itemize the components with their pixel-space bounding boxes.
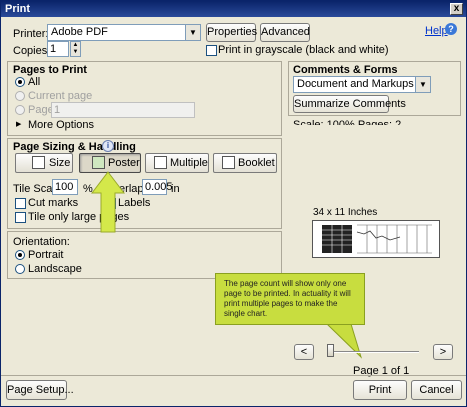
poster-button[interactable]: Poster [79, 153, 141, 173]
comments-forms-value: Document and Markups [297, 78, 414, 90]
tile-scale-field[interactable]: 100 [52, 179, 78, 195]
all-label: All [28, 76, 41, 88]
multiple-icon [154, 156, 167, 169]
printer-value: Adobe PDF [51, 26, 108, 38]
summarize-comments-button[interactable]: Summarize Comments [293, 95, 406, 113]
printer-select[interactable]: Adobe PDF ▼ [47, 24, 201, 41]
paper-size-label: 34 x 11 Inches [313, 207, 378, 218]
copies-stepper[interactable]: ▲ ▼ [70, 41, 81, 57]
expand-triangle-icon[interactable]: ▶ [16, 120, 21, 128]
print-dialog: Print x Printer: Adobe PDF ▼ Properties … [0, 0, 467, 407]
booklet-label: Booklet [238, 157, 275, 169]
advanced-button[interactable]: Advanced [260, 23, 310, 42]
booklet-button[interactable]: Booklet [213, 153, 277, 173]
footer-divider [1, 375, 466, 376]
size-label: Size [49, 157, 71, 169]
landscape-label: Landscape [28, 263, 82, 275]
copies-field[interactable]: 1 [47, 41, 69, 57]
printer-label: Printer: [13, 28, 49, 40]
radio-current-page[interactable] [15, 91, 25, 101]
copies-label: Copies: [13, 45, 51, 57]
page-setup-button[interactable]: Page Setup... [6, 380, 74, 400]
print-button[interactable]: Print [353, 380, 407, 400]
comments-forms-select[interactable]: Document and Markups ▼ [293, 76, 431, 93]
page-sizing-title: Page Sizing & Handling [13, 141, 136, 153]
grayscale-checkbox[interactable] [206, 45, 217, 56]
overlap-unit-label: in [171, 183, 180, 195]
orientation-title: Orientation: [13, 236, 70, 248]
chevron-down-icon: ▼ [185, 25, 200, 40]
grayscale-label: Print in grayscale (black and white) [218, 44, 389, 56]
booklet-icon [222, 156, 235, 169]
properties-button[interactable]: Properties [206, 23, 257, 42]
title-bar: Print x [1, 1, 466, 17]
chevron-down-icon: ▼ [415, 77, 430, 92]
pages-to-print-title: Pages to Print [13, 64, 87, 76]
close-button[interactable]: x [450, 3, 463, 15]
radio-pages[interactable] [15, 105, 25, 115]
size-button[interactable]: Size [15, 153, 73, 173]
comments-forms-title: Comments & Forms [293, 64, 398, 76]
cut-marks-checkbox[interactable] [15, 198, 26, 209]
multiple-button[interactable]: Multiple [145, 153, 209, 173]
portrait-label: Portrait [28, 249, 64, 261]
page-slider-track[interactable] [327, 351, 419, 353]
tile-large-checkbox[interactable] [15, 212, 26, 223]
arrow-up-icon [91, 171, 125, 233]
info-icon[interactable]: i [102, 140, 114, 152]
more-options-label[interactable]: More Options [28, 119, 94, 131]
current-page-label: Current page [28, 90, 93, 102]
radio-landscape[interactable] [15, 264, 25, 274]
page-preview-thumbnail [312, 220, 440, 258]
next-page-button[interactable]: > [433, 344, 453, 360]
radio-portrait[interactable] [15, 250, 25, 260]
multiple-label: Multiple [170, 157, 208, 169]
pages-range-field[interactable]: 1 [51, 102, 195, 118]
window-title: Print [5, 3, 31, 15]
callout-note: The page count will show only one page t… [215, 273, 365, 325]
poster-icon [92, 156, 105, 169]
cancel-button[interactable]: Cancel [411, 380, 462, 400]
poster-label: Poster [108, 157, 140, 169]
prev-page-button[interactable]: < [294, 344, 314, 360]
cut-marks-label: Cut marks [28, 197, 79, 209]
overlap-field[interactable]: 0.005 [142, 179, 173, 195]
radio-all[interactable] [15, 77, 25, 87]
size-icon [32, 156, 45, 169]
help-icon[interactable]: ? [445, 23, 457, 35]
page-slider-thumb[interactable] [327, 344, 334, 357]
